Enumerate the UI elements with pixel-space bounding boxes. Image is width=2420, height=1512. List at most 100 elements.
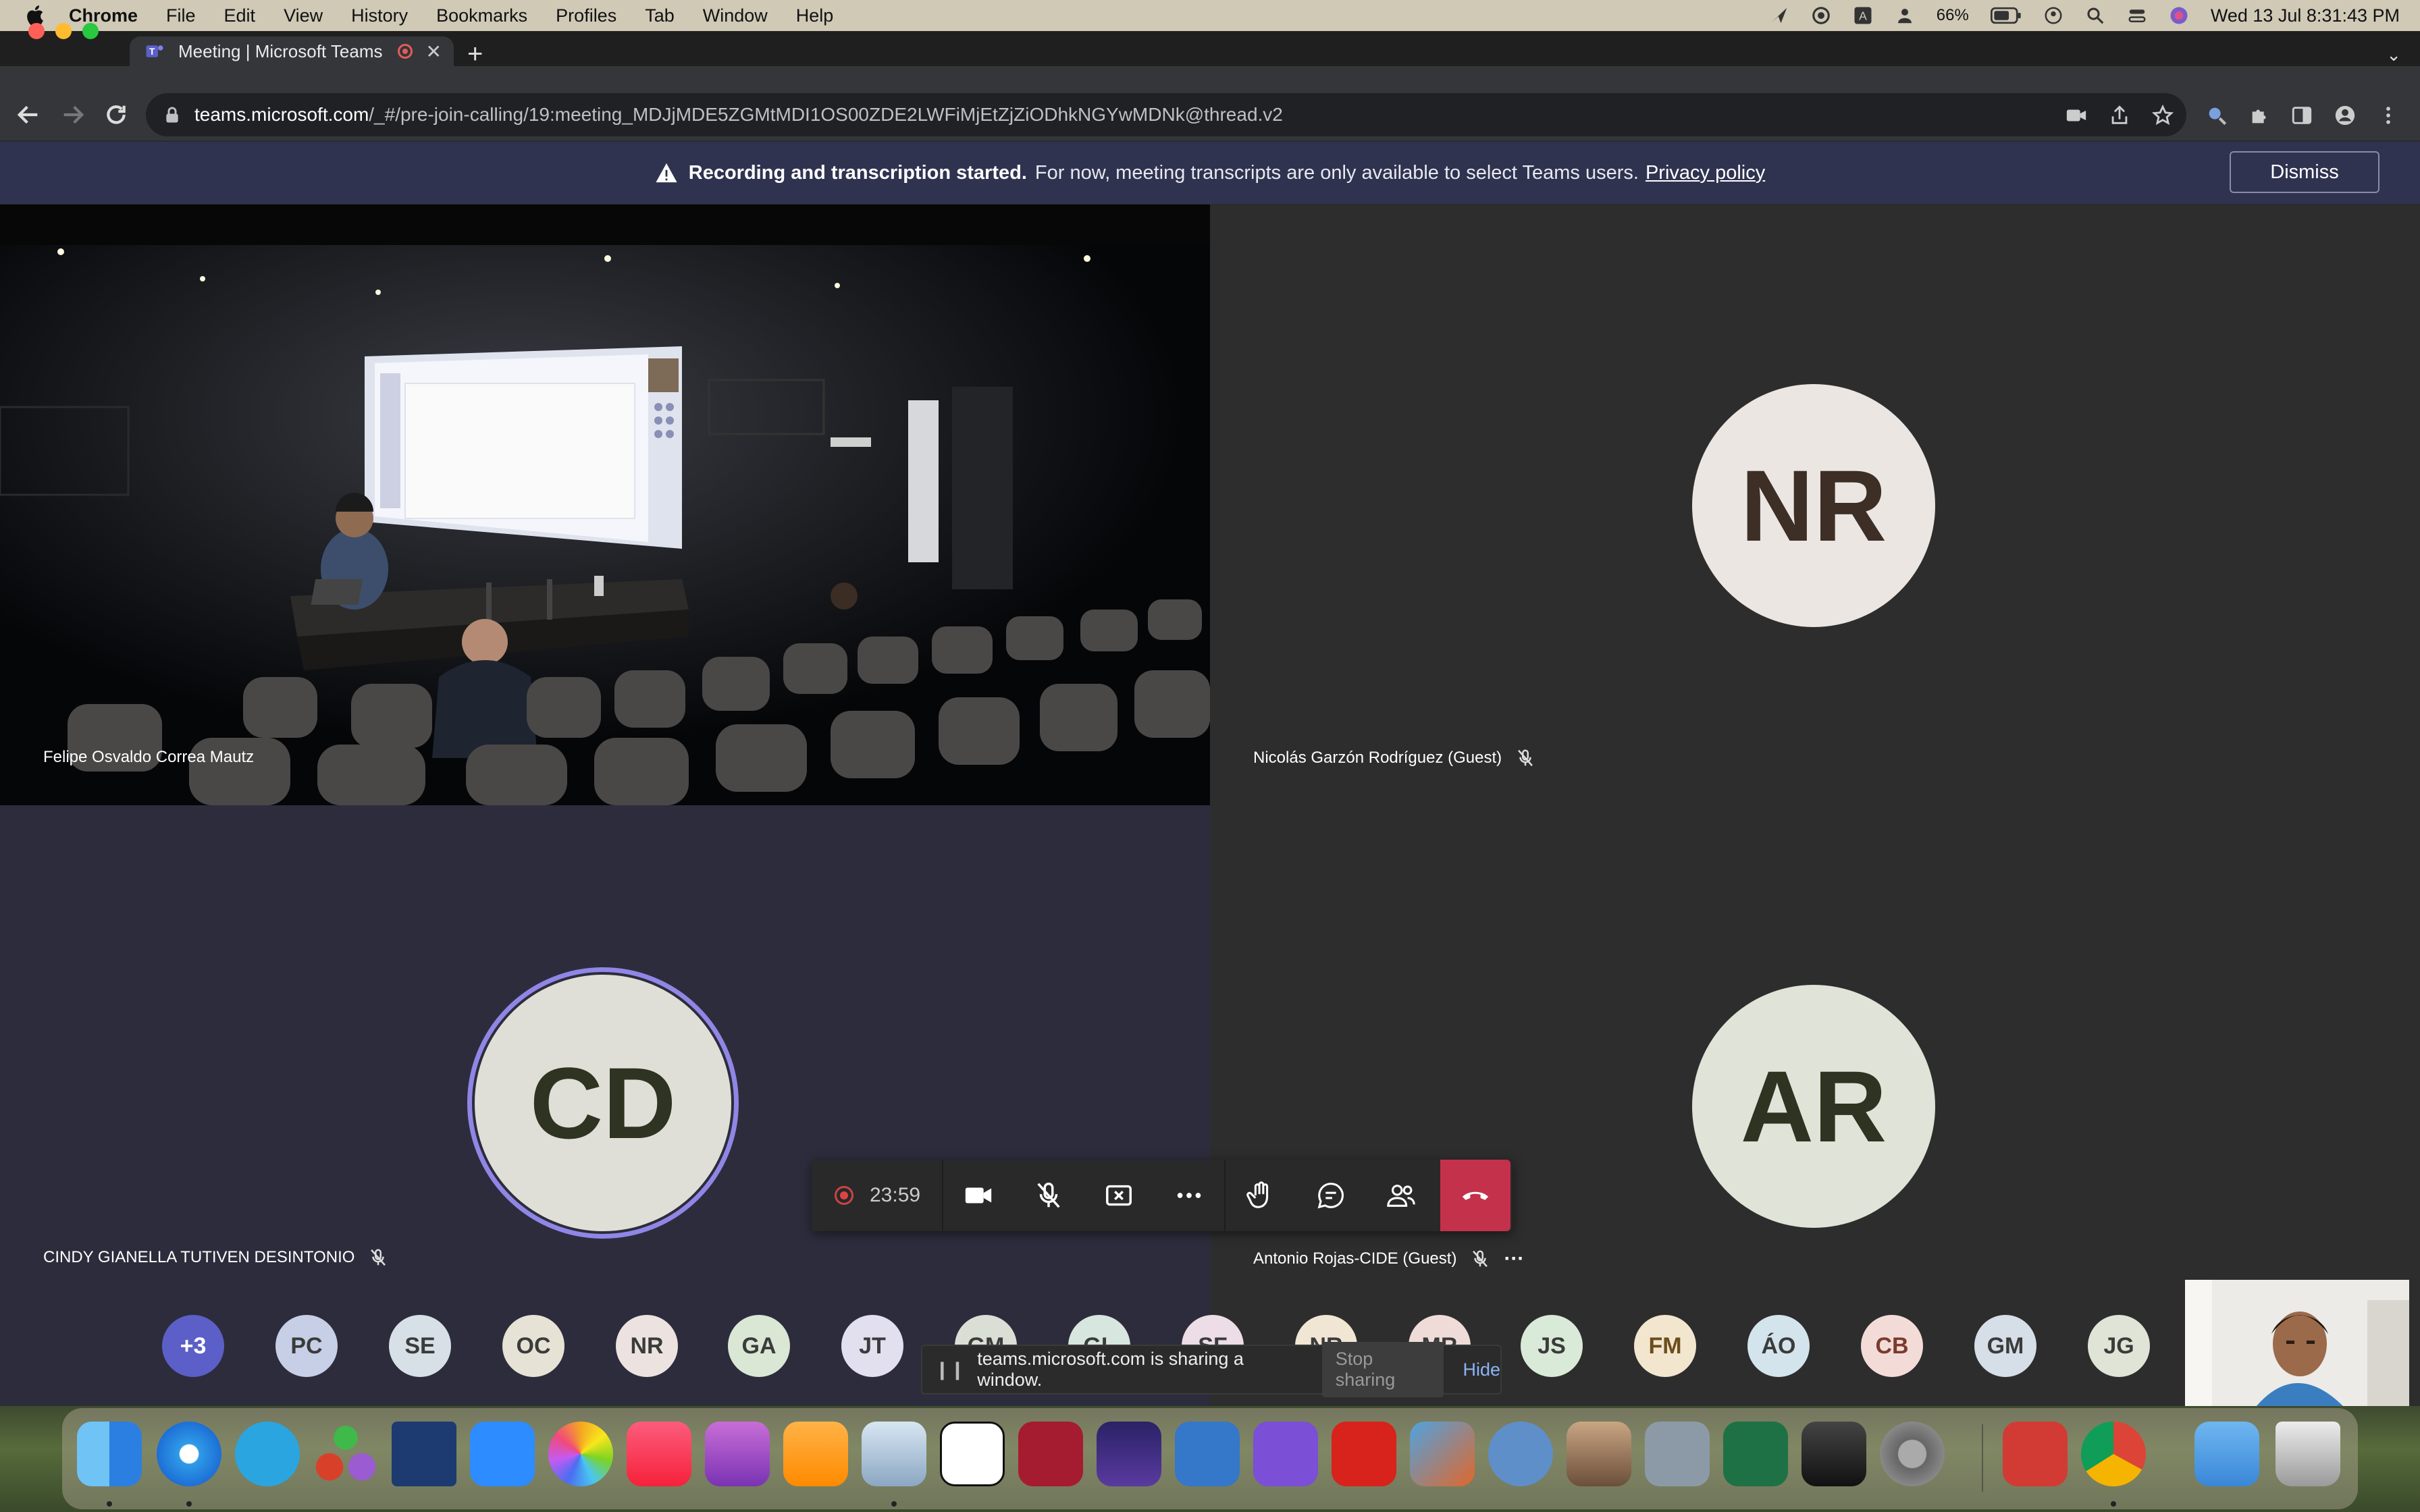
bookmark-star-icon[interactable]: [2151, 104, 2174, 127]
menu-file[interactable]: File: [166, 5, 196, 26]
podcasts-icon[interactable]: [705, 1422, 770, 1486]
drag-handle-icon[interactable]: ❙❙: [935, 1359, 965, 1380]
menu-history[interactable]: History: [351, 5, 408, 26]
camera-in-use-icon[interactable]: [2065, 104, 2088, 127]
launchpad-icon[interactable]: [1645, 1422, 1710, 1486]
photos-icon[interactable]: [548, 1422, 613, 1486]
self-video-preview[interactable]: [2185, 1280, 2409, 1407]
oxford-dictionary-icon[interactable]: [392, 1422, 456, 1486]
excel-icon[interactable]: [1723, 1422, 1788, 1486]
screen-sharing-bar: ❙❙ teams.microsoft.com is sharing a wind…: [921, 1342, 1502, 1397]
chrome-icon[interactable]: [2081, 1422, 2146, 1486]
participant-avatar[interactable]: CB: [1861, 1315, 1923, 1377]
input-source-icon[interactable]: A: [1853, 5, 1873, 26]
photo-booth-icon[interactable]: [2003, 1422, 2068, 1486]
hang-up-button[interactable]: [1440, 1160, 1511, 1231]
forward-arrow-icon[interactable]: [59, 101, 86, 128]
participant-avatar[interactable]: GA: [728, 1315, 790, 1377]
address-bar[interactable]: teams.microsoft.com/_#/pre-join-calling/…: [146, 93, 2186, 136]
participant-avatar[interactable]: OC: [502, 1315, 564, 1377]
tile-more-options-button[interactable]: ···: [1504, 1247, 1524, 1270]
raise-hand-button[interactable]: [1226, 1160, 1296, 1231]
finder-icon[interactable]: [77, 1422, 142, 1486]
window-zoom-button[interactable]: [82, 23, 99, 39]
menu-window[interactable]: Window: [703, 5, 768, 26]
menu-edit[interactable]: Edit: [224, 5, 256, 26]
participant-avatar[interactable]: GM: [1974, 1315, 2036, 1377]
siri-icon[interactable]: [2169, 5, 2189, 26]
participants-button[interactable]: [1366, 1160, 1436, 1231]
tab-close-icon[interactable]: ✕: [426, 40, 442, 63]
tab-search-chevron-icon[interactable]: ⌄: [2386, 45, 2401, 65]
user-icon[interactable]: [1895, 5, 1915, 26]
browser-menu-icon[interactable]: [2377, 104, 2400, 127]
system-preferences-icon[interactable]: [1880, 1422, 1945, 1486]
reload-icon[interactable]: [103, 101, 130, 128]
music-icon[interactable]: [627, 1422, 691, 1486]
participant-avatar[interactable]: JT: [841, 1315, 903, 1377]
side-panel-icon[interactable]: [2290, 104, 2313, 127]
safari-icon[interactable]: [157, 1422, 221, 1486]
preview-icon[interactable]: [862, 1422, 926, 1486]
new-tab-button[interactable]: +: [467, 40, 483, 68]
participant-overflow[interactable]: +3: [162, 1315, 224, 1377]
books-icon[interactable]: [783, 1422, 848, 1486]
browser-tab-teams[interactable]: T Meeting | Microsoft Teams ✕: [130, 36, 454, 66]
share-icon[interactable]: [2108, 104, 2131, 127]
window-close-button[interactable]: [28, 23, 45, 39]
more-actions-button[interactable]: [1154, 1160, 1224, 1231]
matlab-icon[interactable]: [1410, 1422, 1475, 1486]
participant-avatar[interactable]: SE: [389, 1315, 451, 1377]
window-minimize-button[interactable]: [55, 23, 72, 39]
app-portrait-icon[interactable]: [1567, 1422, 1631, 1486]
notion-icon[interactable]: [940, 1422, 1005, 1486]
extensions-puzzle-icon[interactable]: [2248, 104, 2271, 127]
github-icon[interactable]: [1253, 1422, 1318, 1486]
game-center-icon[interactable]: [313, 1422, 378, 1486]
menu-bookmarks[interactable]: Bookmarks: [436, 5, 527, 26]
menu-help[interactable]: Help: [796, 5, 834, 26]
participant-avatar[interactable]: PC: [275, 1315, 338, 1377]
stop-share-button[interactable]: [1084, 1160, 1154, 1231]
video-tile-cindy[interactable]: CD CINDY GIANELLA TUTIVEN DESINTONIO: [0, 805, 1210, 1406]
tex-icon[interactable]: [1097, 1422, 1161, 1486]
screen-capture-icon[interactable]: [1175, 1422, 1240, 1486]
downloads-folder-icon[interactable]: [2194, 1422, 2259, 1486]
control-center-icon[interactable]: [2127, 5, 2147, 26]
video-tile-nicolas[interactable]: NR Nicolás Garzón Rodríguez (Guest): [1210, 205, 2420, 805]
account-icon[interactable]: [2043, 5, 2063, 26]
privacy-policy-link[interactable]: Privacy policy: [1646, 162, 1765, 184]
mathematica-icon[interactable]: [1332, 1422, 1396, 1486]
r-language-icon[interactable]: [1488, 1422, 1553, 1486]
menubar-clock[interactable]: Wed 13 Jul 8:31:43 PM: [2211, 5, 2400, 26]
teams-sharing-icon[interactable]: [1769, 5, 1789, 26]
stop-sharing-button[interactable]: Stop sharing: [1321, 1342, 1444, 1397]
spotlight-search-icon[interactable]: [2085, 5, 2105, 26]
camera-button[interactable]: [943, 1160, 1014, 1231]
battery-icon[interactable]: [1990, 5, 2022, 26]
participant-avatar[interactable]: NR: [616, 1315, 678, 1377]
trash-icon[interactable]: [2276, 1422, 2340, 1486]
chat-button[interactable]: [1296, 1160, 1366, 1231]
zoom-icon[interactable]: [470, 1422, 535, 1486]
mendeley-icon[interactable]: [1018, 1422, 1083, 1486]
dismiss-button[interactable]: Dismiss: [2230, 151, 2379, 193]
menu-chrome[interactable]: Chrome: [69, 5, 138, 26]
participant-avatar[interactable]: FM: [1634, 1315, 1696, 1377]
menu-profiles[interactable]: Profiles: [556, 5, 616, 26]
mic-button[interactable]: [1014, 1160, 1084, 1231]
participant-avatar[interactable]: JG: [2088, 1315, 2150, 1377]
participant-avatar[interactable]: ÁO: [1747, 1315, 1810, 1377]
lock-icon[interactable]: [165, 106, 180, 124]
video-tile-felipe[interactable]: Felipe Osvaldo Correa Mautz: [0, 205, 1210, 805]
telegram-icon[interactable]: [235, 1422, 300, 1486]
menu-view[interactable]: View: [284, 5, 323, 26]
hide-sharing-button[interactable]: Hide: [1463, 1359, 1500, 1380]
back-arrow-icon[interactable]: [15, 101, 42, 128]
final-cut-icon[interactable]: [1801, 1422, 1866, 1486]
screen-record-icon[interactable]: [1811, 5, 1831, 26]
menu-tab[interactable]: Tab: [645, 5, 675, 26]
participant-avatar[interactable]: JS: [1521, 1315, 1583, 1377]
extension-search-icon[interactable]: [2205, 104, 2228, 127]
profile-icon[interactable]: [2334, 104, 2357, 127]
